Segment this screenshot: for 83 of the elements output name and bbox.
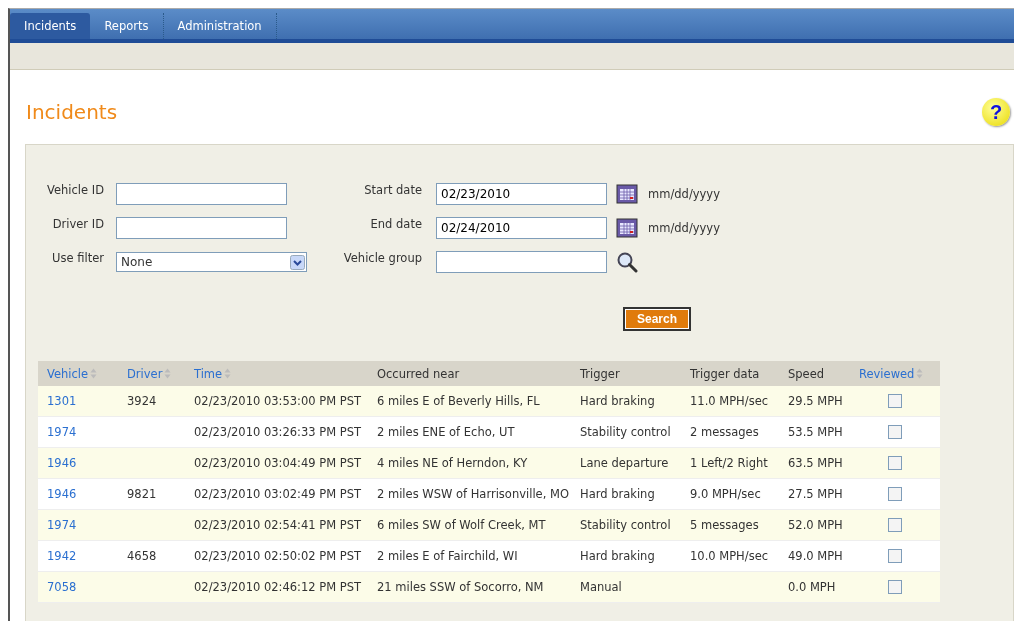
table-cell: Hard braking (580, 394, 655, 408)
date-format-hint: mm/dd/yyyy (648, 187, 720, 201)
field-label: Start date (363, 183, 423, 197)
table-cell: 10.0 MPH/sec (690, 549, 769, 563)
calendar-icon[interactable] (616, 184, 638, 204)
checkbox[interactable] (888, 456, 902, 470)
sort-icon[interactable] (916, 367, 924, 379)
table-cell: 53.5 MPH (788, 425, 843, 439)
sort-icon[interactable] (224, 367, 232, 379)
table-cell: 21 miles SSW of Socorro, NM (377, 580, 544, 594)
checkbox[interactable] (888, 425, 902, 439)
table-cell: 4 miles NE of Herndon, KY (377, 456, 528, 470)
table-cell: Stability control (580, 425, 671, 439)
table-cell: 29.5 MPH (788, 394, 843, 408)
table-cell: 2 miles E of Fairchild, WI (377, 549, 518, 563)
checkbox[interactable] (888, 549, 902, 563)
table-cell: 02/23/2010 03:02:49 PM PST (194, 487, 361, 501)
row-number-link[interactable]: 1974 (47, 518, 77, 532)
nav-tab[interactable]: Administration (163, 13, 277, 39)
table-cell: 6 miles SW of Wolf Creek, MT (377, 518, 546, 532)
search-icon[interactable] (616, 251, 638, 273)
table-cell: Hard braking (580, 549, 655, 563)
table-cell: Manual (580, 580, 622, 594)
table-cell: 9821 (127, 487, 157, 501)
table-cell: 02/23/2010 02:50:02 PM PST (194, 549, 361, 563)
row-number-link[interactable]: 1301 (47, 394, 77, 408)
date-format-hint: mm/dd/yyyy (648, 221, 720, 235)
checkbox[interactable] (888, 518, 902, 532)
table-cell: Stability control (580, 518, 671, 532)
nav-tab[interactable]: Reports (90, 13, 164, 39)
table-cell: 02/23/2010 03:53:00 PM PST (194, 394, 361, 408)
table-cell: 3924 (127, 394, 157, 408)
input-field[interactable] (116, 217, 287, 239)
filter-dropdown[interactable]: None (116, 252, 307, 272)
table-cell: 1 Left/2 Right (690, 456, 768, 470)
table-cell: 02/23/2010 03:04:49 PM PST (194, 456, 361, 470)
column-header: Trigger (580, 366, 620, 381)
row-number-link[interactable]: 1942 (47, 549, 77, 563)
table-cell: Lane departure (580, 456, 669, 470)
column-header: Trigger data (690, 366, 760, 381)
field-label: Driver ID (51, 217, 105, 231)
input-field[interactable]: 02/24/2010 (436, 217, 607, 239)
search-button[interactable]: Search (623, 307, 692, 331)
table-cell: 5 messages (690, 518, 759, 532)
checkbox[interactable] (888, 394, 902, 408)
sort-icon[interactable] (90, 367, 98, 379)
table-cell: 6 miles E of Beverly Hills, FL (377, 394, 540, 408)
field-label: End date (369, 217, 423, 231)
field-label: Vehicle ID (45, 183, 105, 197)
table-cell: 2 messages (690, 425, 759, 439)
table-cell: 27.5 MPH (788, 487, 843, 501)
table-cell: 02/23/2010 03:26:33 PM PST (194, 425, 361, 439)
table-cell: 02/23/2010 02:54:41 PM PST (194, 518, 361, 532)
table-cell: 9.0 MPH/sec (690, 487, 761, 501)
field-label: Vehicle group (342, 251, 423, 265)
row-number-link[interactable]: 1946 (47, 487, 77, 501)
nav-tab[interactable]: Incidents (10, 13, 91, 39)
calendar-icon[interactable] (616, 218, 638, 238)
sort-icon[interactable] (164, 367, 172, 379)
row-number-link[interactable]: 1946 (47, 456, 77, 470)
sortable-column-header[interactable]: Time (194, 366, 223, 381)
table-cell: 52.0 MPH (788, 518, 843, 532)
field-label: Use filter (51, 251, 105, 265)
row-number-link[interactable]: 7058 (47, 580, 77, 594)
table-cell: 11.0 MPH/sec (690, 394, 769, 408)
input-field[interactable] (436, 251, 607, 273)
checkbox[interactable] (888, 487, 902, 501)
table-cell: 4658 (127, 549, 157, 563)
table-cell: Hard braking (580, 487, 655, 501)
table-cell: 49.0 MPH (788, 549, 843, 563)
table-cell: 2 miles WSW of Harrisonville, MO (377, 487, 569, 501)
column-header: Speed (788, 366, 825, 381)
page-title: Incidents (26, 100, 118, 124)
table-cell: 02/23/2010 02:46:12 PM PST (194, 580, 361, 594)
column-header: Occurred near (377, 366, 460, 381)
input-field[interactable]: 02/23/2010 (436, 183, 607, 205)
table-cell: 0.0 MPH (788, 580, 836, 594)
table-cell: 2 miles ENE of Echo, UT (377, 425, 515, 439)
row-number-link[interactable]: 1974 (47, 425, 77, 439)
help-button[interactable]: ? (982, 98, 1010, 126)
checkbox[interactable] (888, 580, 902, 594)
input-field[interactable] (116, 183, 287, 205)
table-cell: 63.5 MPH (788, 456, 843, 470)
